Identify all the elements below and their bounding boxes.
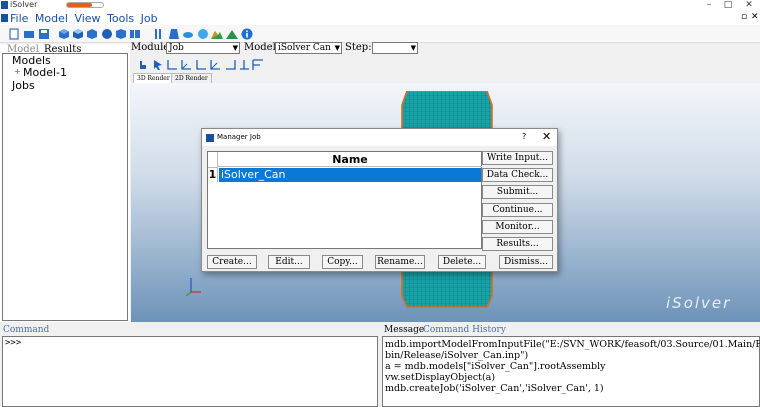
menu-view[interactable]: View [74,12,100,25]
results-button[interactable]: Results... [482,237,553,251]
axis-front-icon[interactable] [224,59,236,71]
column-header-name[interactable]: Name [218,152,482,167]
progress-bar [66,2,104,8]
axis-top-icon[interactable] [252,59,264,71]
axis-z-icon[interactable] [195,59,207,71]
terrain-alt-icon[interactable] [226,28,238,40]
tree-node-jobs[interactable]: Jobs [12,79,35,92]
create-button[interactable]: Create... [207,255,257,269]
close-icon[interactable]: ✕ [542,130,551,143]
cloud-icon[interactable] [197,28,209,40]
info-icon[interactable] [241,28,253,40]
close-window-button[interactable]: ✕ [742,0,756,10]
module-value: Job [169,43,184,53]
model-select[interactable]: iSolver Can ▼ [275,42,342,54]
edit-button[interactable]: Edit... [268,255,310,269]
minimize-button[interactable]: – [702,0,716,10]
rotate-icon[interactable] [137,59,149,71]
main-toolbar [0,25,760,43]
monitor-button[interactable]: Monitor... [482,220,553,234]
menu-close-icon[interactable]: ✕ [751,12,759,22]
table-row[interactable]: iSolver_Can [219,168,481,182]
progress-fill [67,3,93,7]
save-icon[interactable] [38,28,50,40]
copy-button[interactable]: Copy... [322,255,363,269]
window-title: iSolver [10,0,38,9]
new-file-icon[interactable] [8,28,20,40]
model-label: Model: [244,42,280,53]
model-tree [2,53,128,321]
message-line: a = mdb.models["iSolver_Can"].rootAssemb… [385,361,606,372]
model-value: iSolver Can [278,43,331,53]
dismiss-button[interactable]: Dismiss... [499,255,553,269]
message-line: mdb.importModelFromInputFile("E:/SVN_WOR… [385,339,760,350]
command-console[interactable]: >>> [2,336,378,407]
submit-button[interactable]: Submit... [482,185,553,199]
tab-command[interactable]: Command [3,325,49,335]
step-label: Step: [345,42,372,53]
help-icon[interactable]: ? [522,132,526,141]
cube-icon[interactable] [58,28,70,40]
assembly-icon[interactable] [86,28,98,40]
part-icon[interactable] [72,28,84,40]
axis-x-icon[interactable] [166,59,178,71]
menu-app-icon [1,14,8,22]
table-corner [208,152,218,168]
menu-model[interactable]: Model [35,12,68,25]
menu-file[interactable]: File [10,12,28,25]
load-icon[interactable] [115,28,127,40]
open-folder-icon[interactable] [23,28,35,40]
chevron-down-icon: ▼ [334,44,340,52]
rename-button[interactable]: Rename... [375,255,425,269]
command-prompt: >>> [5,338,22,348]
chevron-down-icon: ▼ [232,44,238,52]
message-line: mdb.createJob('iSolver_Can','iSolver_Can… [385,383,604,394]
table-icon[interactable] [129,28,141,40]
delete-button[interactable]: Delete... [438,255,486,269]
mesh-icon[interactable] [101,28,113,40]
tree-expander-icon[interactable]: + [14,67,21,76]
axis-triad-icon [185,278,201,297]
step-select[interactable]: ▼ [372,42,418,54]
menu-tools[interactable]: Tools [107,12,134,25]
message-line: bin/Release/iSolver_Can.inp") [385,350,529,361]
select-icon[interactable] [152,59,164,71]
restore-icon[interactable]: ▫ [741,12,747,22]
tab-command-history[interactable]: Command History [423,325,506,335]
continue-button[interactable]: Continue... [482,203,553,217]
axis-iso-icon[interactable] [209,59,221,71]
data-check-button[interactable]: Data Check... [482,168,553,182]
axis-back-icon[interactable] [238,59,250,71]
maximize-button[interactable]: □ [721,0,735,10]
app-icon [1,1,8,9]
menu-bar: File Model View Tools Job ▫ ✕ [0,12,760,25]
message-line: vw.setDisplayObject(a) [385,372,496,383]
tree-node-model-1[interactable]: Model-1 [23,66,67,79]
chevron-down-icon: ▼ [410,44,416,52]
terrain-icon[interactable] [211,28,223,40]
row-index: 1 [208,168,218,182]
dialog-title-bar: Manager Job ? ✕ [202,129,557,146]
sphere-icon[interactable] [182,28,194,40]
surface-icon[interactable] [168,28,180,40]
write-input-button[interactable]: Write Input... [482,151,553,165]
isolver-logo: iSolver [666,294,732,312]
layers-icon[interactable] [153,28,165,40]
tab-message[interactable]: Message [384,325,424,335]
tab-3d-render[interactable]: 3D Render [133,73,174,83]
module-select[interactable]: Job ▼ [166,42,240,54]
message-log[interactable]: mdb.importModelFromInputFile("E:/SVN_WOR… [382,336,760,407]
job-table: Name 1 iSolver_Can [207,151,482,249]
title-bar: iSolver – □ ✕ [0,0,760,12]
manager-job-dialog: Manager Job ? ✕ Name 1 iSolver_Can Write… [201,128,558,272]
tab-2d-render[interactable]: 2D Render [171,73,212,83]
menu-job[interactable]: Job [141,12,158,25]
axis-y-icon[interactable] [180,59,192,71]
dialog-title: Manager Job [217,133,261,141]
dialog-app-icon [206,134,214,142]
